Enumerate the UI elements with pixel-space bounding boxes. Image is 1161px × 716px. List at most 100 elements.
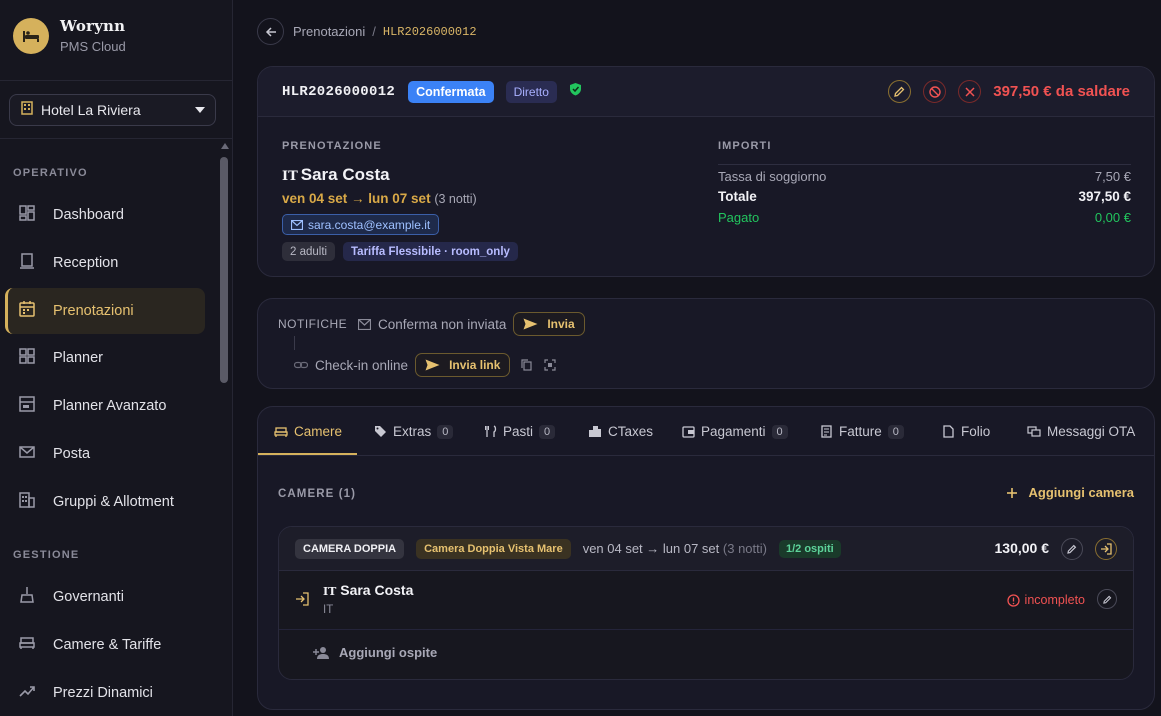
room-header: CAMERA DOPPIA Camera Doppia Vista Mare v… <box>279 527 1133 571</box>
login-icon <box>1101 543 1112 555</box>
tag-icon <box>375 426 386 437</box>
receipt-icon <box>821 425 832 438</box>
sidebar-item-prezzi-dinamici[interactable]: Prezzi Dinamici <box>5 670 205 716</box>
amount-row-total: Totale 397,50 € <box>718 189 1131 204</box>
brand-subtitle: PMS Cloud <box>60 39 126 54</box>
guest-name: IT Sara Costa <box>282 165 390 185</box>
bed-icon <box>274 426 288 437</box>
amount-label: Pagato <box>718 210 760 225</box>
tab-folio[interactable]: Folio <box>943 407 990 456</box>
sidebar-item-label: Gruppi & Allotment <box>53 494 174 510</box>
qr-code-icon[interactable] <box>542 357 558 373</box>
shield-check-icon <box>569 82 582 101</box>
amounts-section-label: IMPORTI <box>718 140 772 152</box>
notifications-card: NOTIFICHE Conferma non inviata Invia Che… <box>257 298 1155 389</box>
breadcrumb-link-prenotazioni[interactable]: Prenotazioni <box>293 24 365 39</box>
send-link-button[interactable]: Invia link <box>415 353 511 377</box>
sidebar-item-label: Governanti <box>53 589 124 605</box>
breadcrumb-separator: / <box>372 24 376 39</box>
amount-label: Totale <box>718 189 757 204</box>
add-guest-button[interactable]: Aggiungi ospite <box>313 645 437 660</box>
room-guest-nationality: IT <box>323 604 334 616</box>
edit-guest-button[interactable] <box>1097 589 1117 609</box>
sidebar-item-planner[interactable]: Planner <box>5 335 205 381</box>
tab-ctaxes[interactable]: CTaxes <box>588 407 653 456</box>
confirmation-status: Conferma non inviata <box>378 316 507 332</box>
guest-status: incompleto <box>1006 593 1085 607</box>
amount-value: 0,00 € <box>1094 210 1131 225</box>
booking-card: HLR2026000012 Confermata Diretto 397,50 … <box>257 66 1155 277</box>
sidebar-item-label: Prezzi Dinamici <box>53 685 153 701</box>
sidebar-item-gruppi[interactable]: Gruppi & Allotment <box>5 479 205 525</box>
edit-booking-button[interactable] <box>888 80 912 103</box>
divider <box>279 629 1133 630</box>
dashboard-icon <box>18 204 36 227</box>
utensils-icon <box>485 425 497 437</box>
room-guest-name-text: Sara Costa <box>340 582 414 598</box>
room-name-badge: Camera Doppia Vista Mare <box>416 538 571 559</box>
check-in-guest-icon[interactable] <box>295 592 310 611</box>
room-block: CAMERA DOPPIA Camera Doppia Vista Mare v… <box>278 526 1134 680</box>
brand-name: Worynn <box>60 17 126 35</box>
copy-icon[interactable] <box>518 357 534 373</box>
notifications-title: NOTIFICHE <box>278 317 348 331</box>
send-confirmation-button[interactable]: Invia <box>513 312 585 336</box>
send-icon <box>425 359 440 371</box>
booking-dates: ven 04 set → lun 07 set (3 notti) <box>282 191 477 206</box>
sidebar-item-label: Posta <box>53 446 91 462</box>
check-in-room-button[interactable] <box>1095 538 1117 560</box>
guest-status-text: incompleto <box>1024 593 1085 607</box>
scrollbar-thumb[interactable] <box>220 157 228 383</box>
tab-fatture[interactable]: Fatture 0 <box>821 407 904 456</box>
grid-icon <box>18 347 36 370</box>
calendar-icon <box>18 300 36 323</box>
tab-pasti[interactable]: Pasti 0 <box>485 407 556 456</box>
room-nights-text: (3 notti) <box>722 541 767 556</box>
add-room-button[interactable]: Aggiungi camera <box>1006 485 1134 500</box>
mail-icon <box>358 318 371 330</box>
breadcrumb-current: HLR2026000012 <box>382 24 477 39</box>
edit-room-button[interactable] <box>1061 538 1083 560</box>
send-icon <box>523 318 538 330</box>
sidebar-item-dashboard[interactable]: Dashboard <box>5 192 205 238</box>
tab-camere[interactable]: Camere <box>274 407 342 456</box>
close-icon <box>965 86 975 97</box>
sidebar-item-reception[interactable]: Reception <box>5 240 205 286</box>
sidebar-item-posta[interactable]: Posta <box>5 431 205 477</box>
pencil-icon <box>1067 544 1077 554</box>
amount-value: 7,50 € <box>1094 169 1131 184</box>
country-flag: IT <box>323 585 337 598</box>
sidebar-scrollbar[interactable] <box>219 143 229 716</box>
tab-label: Pasti <box>503 424 534 439</box>
no-show-button[interactable] <box>923 80 947 103</box>
add-guest-label: Aggiungi ospite <box>339 645 438 660</box>
trend-icon <box>18 682 36 705</box>
sidebar-item-label: Prenotazioni <box>53 303 134 319</box>
status-badge: Confermata <box>408 80 494 103</box>
active-tab-indicator <box>258 453 357 455</box>
sidebar-item-camere-tariffe[interactable]: Camere & Tariffe <box>5 622 205 668</box>
sidebar-item-planner-avanzato[interactable]: Planner Avanzato <box>5 383 205 429</box>
person-add-icon <box>313 646 329 659</box>
email-text: sara.costa@example.it <box>308 217 431 232</box>
hotel-select[interactable]: Hotel La Riviera <box>9 94 216 126</box>
cancel-booking-button[interactable] <box>958 80 982 103</box>
bed-icon <box>18 634 36 657</box>
mail-icon <box>291 219 303 230</box>
email-chip[interactable]: sara.costa@example.it <box>282 214 440 235</box>
brand: Worynn PMS Cloud <box>13 17 126 54</box>
sidebar-item-prenotazioni[interactable]: Prenotazioni <box>5 288 205 334</box>
tab-pagamenti[interactable]: Pagamenti 0 <box>682 407 788 456</box>
room-price: 130,00 € <box>994 540 1050 556</box>
bed-logo-icon <box>13 17 49 54</box>
back-button[interactable] <box>257 18 284 45</box>
tab-messaggi-ota[interactable]: Messaggi OTA <box>1027 407 1135 456</box>
country-flag: IT <box>282 169 298 184</box>
booking-code: HLR2026000012 <box>282 83 396 100</box>
tab-count: 0 <box>437 424 454 439</box>
sidebar-item-governanti[interactable]: Governanti <box>5 574 205 620</box>
booking-section-label: PRENOTAZIONE <box>282 140 382 152</box>
scroll-up-arrow-icon[interactable] <box>221 143 229 149</box>
section-title-gestione: GESTIONE <box>13 549 80 561</box>
tab-extras[interactable]: Extras 0 <box>374 407 454 456</box>
